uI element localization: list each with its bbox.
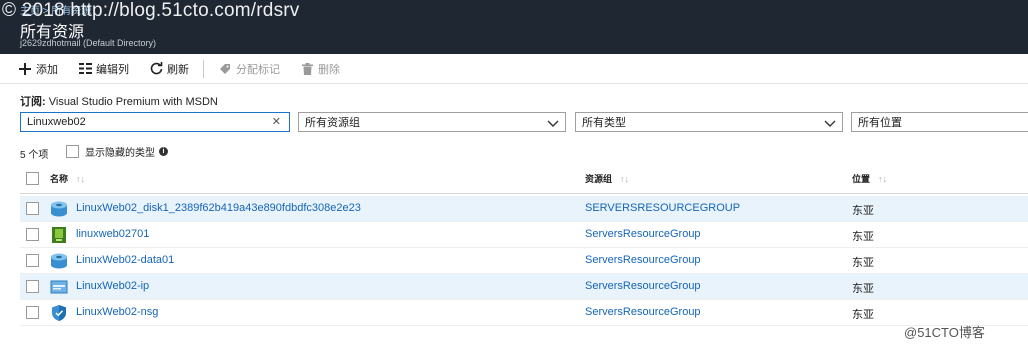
column-header-resource-group[interactable]: 资源组 ↑↓ bbox=[585, 172, 629, 185]
sort-icon: ↑↓ bbox=[76, 173, 86, 184]
row-checkbox[interactable] bbox=[26, 306, 39, 319]
column-header-location-label: 位置 bbox=[852, 174, 871, 184]
table-row[interactable]: LinuxWeb02-nsg ServersResourceGroup 东亚 bbox=[20, 300, 1028, 326]
search-input[interactable]: Linuxweb02 ✕ bbox=[20, 112, 290, 132]
chevron-down-icon bbox=[824, 120, 836, 127]
disk-icon bbox=[51, 253, 67, 269]
resource-name-link[interactable]: LinuxWeb02-nsg bbox=[76, 306, 158, 318]
public-ip-icon bbox=[50, 280, 68, 294]
sort-icon: ↑↓ bbox=[620, 173, 630, 184]
column-header-resource-group-label: 资源组 bbox=[585, 174, 613, 184]
show-hidden-types-checkbox[interactable]: 显示隐藏的类型 i bbox=[66, 144, 168, 159]
resource-group-link[interactable]: ServersResourceGroup bbox=[585, 306, 701, 318]
info-icon[interactable]: i bbox=[159, 147, 168, 156]
edit-columns-label: 编辑列 bbox=[96, 63, 129, 76]
row-checkbox[interactable] bbox=[26, 228, 39, 241]
resource-group-link[interactable]: ServersResourceGroup bbox=[585, 280, 701, 292]
type-dropdown[interactable]: 所有类型 bbox=[575, 112, 843, 132]
row-checkbox[interactable] bbox=[26, 254, 39, 267]
subscription-label: 订阅: bbox=[20, 96, 46, 108]
table-row[interactable]: LinuxWeb02-data01 ServersResourceGroup 东… bbox=[20, 248, 1028, 274]
resource-name-link[interactable]: linuxweb02701 bbox=[76, 228, 149, 240]
show-hidden-label: 显示隐藏的类型 bbox=[85, 148, 155, 159]
resource-group-link[interactable]: SERVERSRESOURCEGROUP bbox=[585, 202, 740, 214]
add-button[interactable]: 添加 bbox=[18, 61, 58, 77]
disk-icon bbox=[51, 201, 67, 217]
refresh-button[interactable]: 刷新 bbox=[149, 61, 189, 77]
resource-name-link[interactable]: LinuxWeb02_disk1_2389f62b419a43e890fdbdf… bbox=[76, 202, 361, 214]
clear-icon[interactable]: ✕ bbox=[272, 115, 281, 128]
subscription-filter: 订阅: Visual Studio Premium with MSDN bbox=[20, 93, 218, 109]
location-value: 东亚 bbox=[852, 309, 874, 321]
sort-icon: ↑↓ bbox=[878, 173, 888, 184]
directory-subtitle: j2629zdhotmail (Default Directory) bbox=[20, 38, 157, 48]
column-header-location[interactable]: 位置 ↑↓ bbox=[852, 172, 887, 185]
toolbar-divider bbox=[203, 59, 204, 78]
refresh-label: 刷新 bbox=[167, 63, 189, 76]
copyright-watermark: © 2018 http://blog.51cto.com/rdsrv bbox=[2, 0, 300, 21]
table-row[interactable]: LinuxWeb02-ip ServersResourceGroup 东亚 bbox=[20, 274, 1028, 300]
location-value: 东亚 bbox=[852, 283, 874, 295]
resource-name-link[interactable]: LinuxWeb02-ip bbox=[76, 280, 149, 292]
resource-group-dropdown[interactable]: 所有资源组 bbox=[298, 112, 566, 132]
network-interface-icon bbox=[52, 227, 66, 243]
item-count: 5 个项 bbox=[20, 150, 49, 161]
table-header: 名称 ↑↓ 资源组 ↑↓ 位置 ↑↓ bbox=[20, 166, 1028, 194]
table-row[interactable]: LinuxWeb02_disk1_2389f62b419a43e890fdbdf… bbox=[20, 196, 1028, 222]
assign-tags-label: 分配标记 bbox=[236, 63, 280, 76]
add-label: 添加 bbox=[36, 63, 58, 76]
type-dropdown-value: 所有类型 bbox=[582, 117, 626, 129]
location-value: 东亚 bbox=[852, 257, 874, 269]
location-value: 东亚 bbox=[852, 231, 874, 243]
chevron-down-icon bbox=[547, 120, 559, 127]
subscription-value[interactable]: Visual Studio Premium with MSDN bbox=[49, 96, 218, 108]
assign-tags-button[interactable]: 分配标记 bbox=[218, 61, 280, 77]
column-header-name-label: 名称 bbox=[50, 174, 69, 184]
columns-icon bbox=[78, 62, 92, 76]
refresh-icon bbox=[149, 62, 163, 76]
row-checkbox[interactable] bbox=[26, 280, 39, 293]
shield-icon bbox=[52, 305, 66, 321]
row-checkbox[interactable] bbox=[26, 202, 39, 215]
table-row[interactable]: linuxweb02701 ServersResourceGroup 东亚 bbox=[20, 222, 1028, 248]
resource-group-dropdown-value: 所有资源组 bbox=[305, 117, 360, 129]
command-bar: 添加 编辑列 刷新 分配标记 删除 bbox=[0, 54, 1028, 84]
location-dropdown[interactable]: 所有位置 bbox=[851, 112, 1028, 132]
search-input-value: Linuxweb02 bbox=[27, 116, 86, 128]
delete-button[interactable]: 删除 bbox=[300, 61, 340, 77]
plus-icon bbox=[18, 62, 32, 76]
resource-name-link[interactable]: LinuxWeb02-data01 bbox=[76, 254, 174, 266]
select-all-checkbox[interactable] bbox=[26, 172, 39, 185]
location-value: 东亚 bbox=[852, 205, 874, 217]
location-dropdown-value: 所有位置 bbox=[858, 117, 902, 129]
edit-columns-button[interactable]: 编辑列 bbox=[78, 61, 129, 77]
resource-group-link[interactable]: ServersResourceGroup bbox=[585, 254, 701, 266]
column-header-name[interactable]: 名称 ↑↓ bbox=[50, 172, 85, 185]
blog-watermark: @51CTO博客 bbox=[904, 325, 985, 340]
resource-group-link[interactable]: ServersResourceGroup bbox=[585, 228, 701, 240]
trash-icon bbox=[300, 62, 314, 76]
tag-icon bbox=[218, 62, 232, 76]
delete-label: 删除 bbox=[318, 63, 340, 76]
checkbox[interactable] bbox=[66, 145, 79, 158]
